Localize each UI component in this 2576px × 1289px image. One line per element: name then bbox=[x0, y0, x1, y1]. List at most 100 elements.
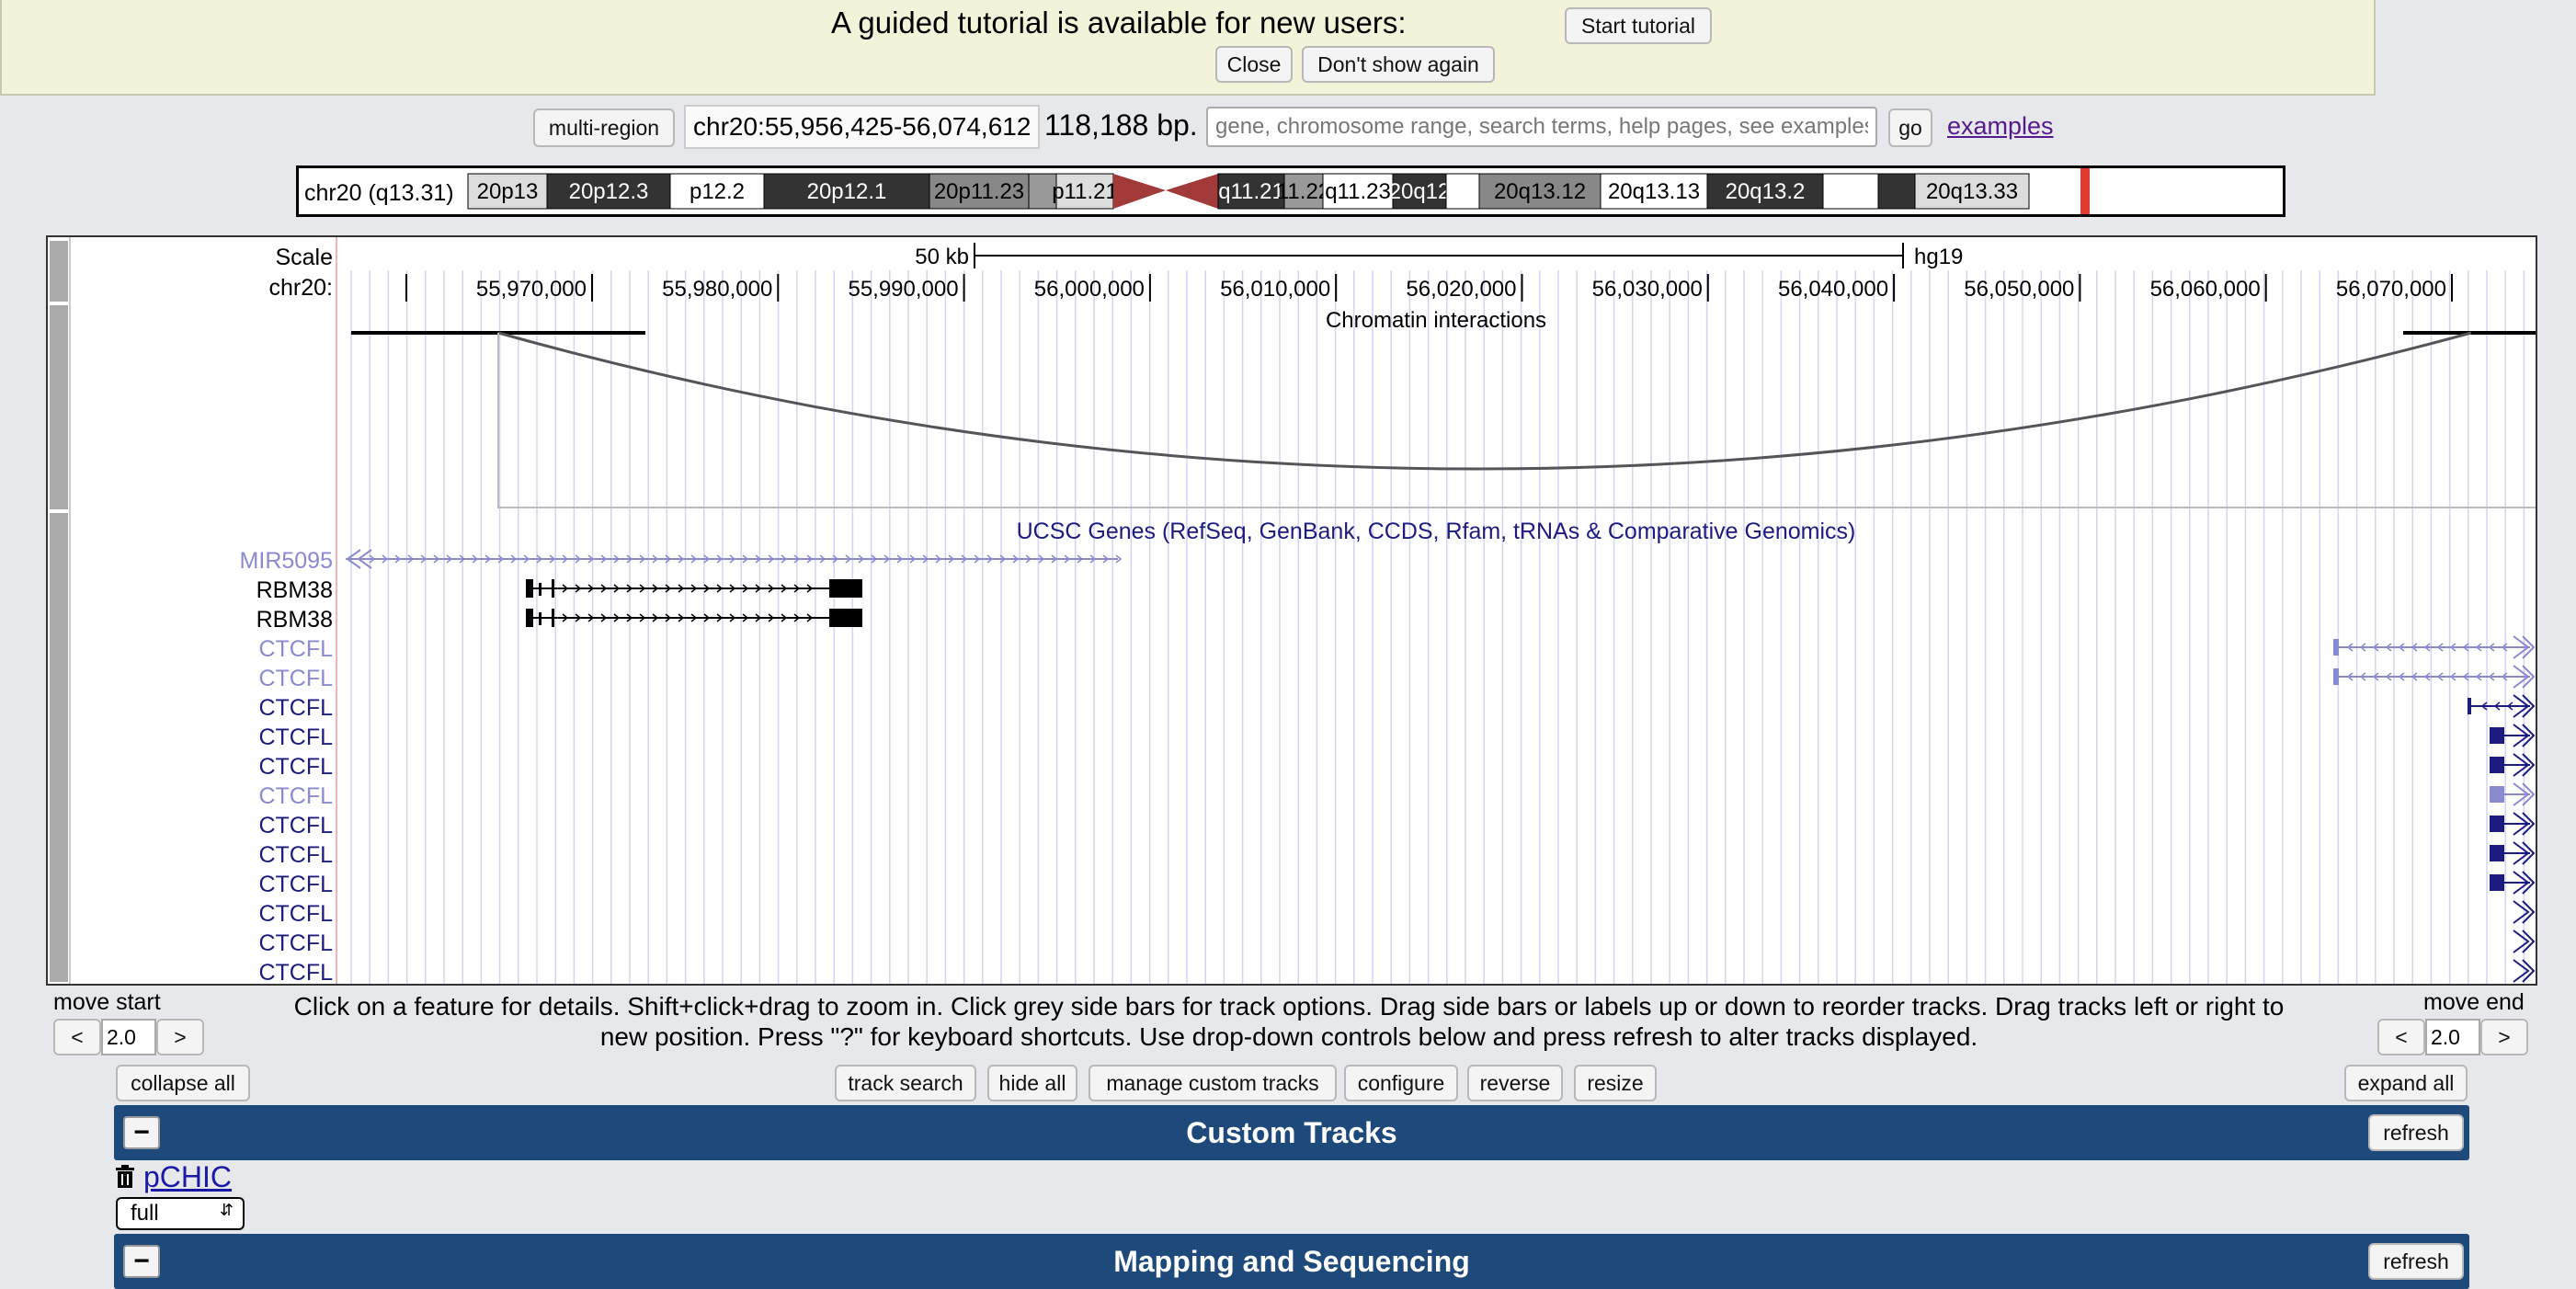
dont-show-again-button[interactable]: Don't show again bbox=[1302, 46, 1495, 83]
hide-all-button[interactable]: hide all bbox=[987, 1065, 1077, 1101]
ideogram-canvas: chr20 (q13.31) 20p13 20p12.3 p12.2 20p12.1 2… bbox=[304, 168, 2090, 214]
move-start-left-button[interactable]: < bbox=[53, 1019, 101, 1055]
ruler-tick-label: 55,970,000 bbox=[476, 277, 587, 302]
ideogram-band bbox=[1822, 173, 1879, 210]
ideogram-position-marker bbox=[2080, 168, 2090, 214]
band-label: 20p11.23 bbox=[934, 179, 1024, 204]
move-start-label: move start bbox=[53, 989, 161, 1015]
centromere-right bbox=[1166, 174, 1218, 209]
position-display[interactable]: chr20:55,956,425-56,074,612 bbox=[684, 105, 1041, 149]
band-label: 20p13 bbox=[477, 179, 539, 204]
gene-label[interactable]: CTCFL bbox=[258, 930, 333, 956]
gene-label[interactable]: CTCFL bbox=[258, 783, 333, 809]
mapping-refresh-button[interactable]: refresh bbox=[2368, 1243, 2464, 1280]
gene-label[interactable]: CTCFL bbox=[258, 666, 333, 691]
ruler-tick-label: 56,040,000 bbox=[1778, 277, 1888, 302]
resize-button[interactable]: resize bbox=[1574, 1065, 1657, 1101]
band-label: 11.22 bbox=[1277, 179, 1330, 204]
move-start-input[interactable] bbox=[101, 1019, 156, 1055]
ideogram-band bbox=[1445, 173, 1480, 210]
chromosome-ideogram[interactable]: chr20 (q13.31) 20p13 20p12.3 p12.2 20p12.1 2… bbox=[296, 165, 2285, 217]
manage-custom-tracks-button[interactable]: manage custom tracks bbox=[1089, 1065, 1337, 1101]
interaction-arc[interactable] bbox=[497, 331, 2472, 471]
collapse-all-button[interactable]: collapse all bbox=[116, 1065, 250, 1101]
chromatin-track-title: Chromatin interactions bbox=[1326, 308, 1546, 333]
assembly-label: hg19 bbox=[1914, 245, 1963, 269]
gene-label[interactable]: CTCFL bbox=[258, 813, 333, 838]
select-arrows-icon: ⇵ bbox=[219, 1201, 234, 1219]
genes-track-title: UCSC Genes (RefSeq, GenBank, CCDS, Rfam,… bbox=[1017, 519, 1856, 544]
ruler-tick-label: 55,980,000 bbox=[662, 277, 772, 302]
go-button[interactable]: go bbox=[1888, 108, 1932, 147]
examples-link[interactable]: examples bbox=[1947, 112, 2054, 141]
move-end-label: move end bbox=[2423, 989, 2525, 1015]
ideogram-chrom-label: chr20 (q13.31) bbox=[304, 180, 454, 206]
region-size: 118,188 bp. bbox=[1044, 108, 1198, 142]
gene-label[interactable]: CTCFL bbox=[258, 872, 333, 897]
pchic-visibility-select[interactable]: full ⇵ bbox=[116, 1197, 245, 1230]
reverse-button[interactable]: reverse bbox=[1467, 1065, 1563, 1101]
ruler-tick-label: 55,990,000 bbox=[848, 277, 958, 302]
custom-tracks-refresh-button[interactable]: refresh bbox=[2368, 1114, 2464, 1151]
start-tutorial-button[interactable]: Start tutorial bbox=[1565, 7, 1712, 44]
tutorial-message: A guided tutorial is available for new u… bbox=[831, 6, 1407, 40]
scale-label: Scale bbox=[275, 245, 333, 270]
gene-label[interactable]: CTCFL bbox=[258, 842, 333, 868]
tutorial-banner: A guided tutorial is available for new u… bbox=[0, 0, 2376, 96]
band-label: q11.21 bbox=[1218, 179, 1284, 204]
ruler-tick-label: 56,020,000 bbox=[1406, 277, 1516, 302]
band-label: 20q13.2 bbox=[1726, 179, 1806, 204]
band-label: 20q13.13 bbox=[1608, 179, 1700, 204]
centromere-left bbox=[1113, 174, 1166, 209]
configure-button[interactable]: configure bbox=[1344, 1065, 1458, 1101]
track-search-button[interactable]: track search bbox=[835, 1065, 976, 1101]
band-label: p11.21 bbox=[1052, 179, 1118, 204]
move-start-right-button[interactable]: > bbox=[156, 1019, 204, 1055]
move-end-left-button[interactable]: < bbox=[2377, 1019, 2425, 1055]
custom-tracks-title: Custom Tracks bbox=[1186, 1116, 1397, 1149]
search-input[interactable] bbox=[1206, 107, 1877, 147]
band-label: 20q13.12 bbox=[1494, 179, 1586, 204]
gene-label[interactable]: CTCFL bbox=[258, 901, 333, 927]
move-end-input[interactable] bbox=[2425, 1019, 2480, 1055]
close-tutorial-button[interactable]: Close bbox=[1215, 46, 1293, 83]
trash-icon[interactable] bbox=[114, 1164, 136, 1190]
ruler-tick-label: 56,000,000 bbox=[1034, 277, 1145, 302]
ruler-tick-label: 56,070,000 bbox=[2336, 277, 2446, 302]
gene-label[interactable]: CTCFL bbox=[258, 960, 333, 984]
mapping-title: Mapping and Sequencing bbox=[1113, 1245, 1470, 1278]
band-label: 20q13.33 bbox=[1926, 179, 2018, 204]
gene-label[interactable]: RBM38 bbox=[256, 607, 333, 633]
expand-all-button[interactable]: expand all bbox=[2344, 1065, 2468, 1101]
gene-label[interactable]: RBM38 bbox=[256, 577, 333, 603]
gene-label[interactable]: CTCFL bbox=[258, 695, 333, 721]
help-text: Click on a feature for details. Shift+cl… bbox=[293, 992, 2285, 1051]
ruler-tick-label: 56,030,000 bbox=[1592, 277, 1703, 302]
move-end-right-button[interactable]: > bbox=[2480, 1019, 2528, 1055]
gene-label[interactable]: CTCFL bbox=[258, 724, 333, 750]
pchic-track-link[interactable]: pCHIC bbox=[143, 1160, 232, 1194]
ruler-tick-label: 56,010,000 bbox=[1220, 277, 1330, 302]
band-label: 20p12.1 bbox=[807, 179, 887, 204]
side-bar-chromatin[interactable] bbox=[50, 305, 68, 509]
genome-browser-image[interactable]: Scale chr20: 50 kb hg19 55,970,000 55,980… bbox=[46, 235, 2537, 986]
side-bar-genes[interactable] bbox=[50, 513, 68, 982]
mapping-sequencing-header: − Mapping and Sequencing refresh bbox=[114, 1234, 2469, 1289]
band-label: 20p12.3 bbox=[569, 179, 649, 204]
pchic-visibility-value: full bbox=[131, 1201, 159, 1226]
custom-tracks-header: − Custom Tracks refresh bbox=[114, 1105, 2469, 1160]
band-label: 20q12 bbox=[1389, 179, 1451, 204]
multi-region-button[interactable]: multi-region bbox=[533, 108, 675, 147]
side-bar-ruler[interactable] bbox=[50, 241, 68, 302]
tracks-canvas: Scale chr20: 50 kb hg19 55,970,000 55,980… bbox=[50, 237, 2536, 984]
band-label: p12.2 bbox=[690, 179, 745, 204]
chrom-label: chr20: bbox=[269, 275, 333, 301]
gene-label[interactable]: MIR5095 bbox=[240, 548, 333, 574]
band-label: q11.23 bbox=[1325, 179, 1391, 204]
ruler-tick-label: 56,050,000 bbox=[1964, 277, 2074, 302]
ruler-tick-label: 56,060,000 bbox=[2150, 277, 2261, 302]
gene-label[interactable]: CTCFL bbox=[258, 754, 333, 780]
ideogram-band bbox=[1877, 173, 1916, 210]
gene-label[interactable]: CTCFL bbox=[258, 636, 333, 662]
scale-bar-label: 50 kb bbox=[915, 245, 969, 269]
